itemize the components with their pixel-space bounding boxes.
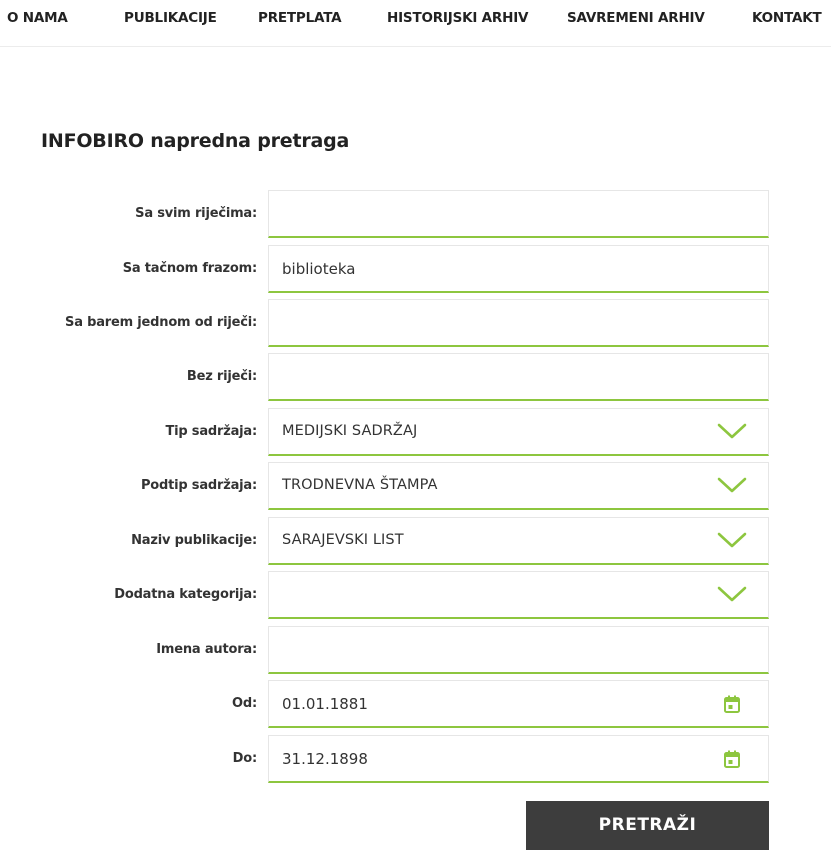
form-row-all-words: Sa svim riječima: [0,190,831,241]
nav-item-kontakt[interactable]: KONTAKT [752,10,822,26]
date-from-input[interactable]: 01.01.1881 [268,680,769,728]
chevron-down-icon[interactable] [716,585,748,603]
exact-phrase-input[interactable]: biblioteka [268,245,769,293]
nav-item-savremeni-arhiv[interactable]: SAVREMENI ARHIV [567,10,705,26]
nav-item-pretplata[interactable]: PRETPLATA [258,10,342,26]
any-word-input[interactable] [268,299,769,347]
calendar-icon[interactable] [724,695,740,713]
content-type-value: MEDIJSKI SADRŽAJ [282,423,418,439]
date-from-label: Od: [232,696,257,711]
publication-name-select[interactable]: SARAJEVSKI LIST [268,517,769,565]
content-subtype-value: TRODNEVNA ŠTAMPA [282,477,438,493]
calendar-icon[interactable] [724,750,740,768]
content-subtype-select[interactable]: TRODNEVNA ŠTAMPA [268,462,769,510]
date-from-value: 01.01.1881 [282,695,368,713]
date-to-input[interactable]: 31.12.1898 [268,735,769,783]
chevron-down-icon[interactable] [716,476,748,494]
exact-phrase-value: biblioteka [282,260,356,278]
author-names-label: Imena autora: [156,642,257,657]
chevron-down-icon[interactable] [716,422,748,440]
form-row-content-subtype: Podtip sadržaja: TRODNEVNA ŠTAMPA [0,462,831,513]
nav-item-o-nama[interactable]: O NAMA [7,10,68,26]
all-words-input[interactable] [268,190,769,238]
form-row-content-type: Tip sadržaja: MEDIJSKI SADRŽAJ [0,408,831,459]
form-row-publication-name: Naziv publikacije: SARAJEVSKI LIST [0,517,831,568]
author-names-input[interactable] [268,626,769,674]
nav-item-historijski-arhiv[interactable]: HISTORIJSKI ARHIV [387,10,528,26]
exact-phrase-label: Sa tačnom frazom: [122,261,257,276]
publication-name-label: Naziv publikacije: [131,533,257,548]
date-to-label: Do: [232,751,258,766]
date-to-value: 31.12.1898 [282,750,368,768]
top-navigation: O NAMA PUBLIKACIJE PRETPLATA HISTORIJSKI… [0,0,831,47]
form-row-date-to: Do: 31.12.1898 [0,735,831,786]
content-type-select[interactable]: MEDIJSKI SADRŽAJ [268,408,769,456]
form-row-exact-phrase: Sa tačnom frazom: biblioteka [0,245,831,296]
form-row-date-from: Od: 01.01.1881 [0,680,831,731]
without-words-label: Bez riječi: [186,369,257,384]
form-row-author-names: Imena autora: [0,626,831,677]
form-row-without-words: Bez riječi: [0,353,831,404]
page-title: INFOBIRO napredna pretraga [41,130,350,152]
publication-name-value: SARAJEVSKI LIST [282,532,404,548]
content-subtype-label: Podtip sadržaja: [140,478,257,493]
chevron-down-icon[interactable] [716,531,748,549]
any-word-label: Sa barem jednom od riječi: [65,315,257,330]
search-submit-button[interactable]: PRETRAŽI [526,801,769,850]
content-type-label: Tip sadržaja: [165,424,257,439]
extra-category-label: Dodatna kategorija: [114,587,257,602]
form-row-any-word: Sa barem jednom od riječi: [0,299,831,350]
extra-category-select[interactable] [268,571,769,619]
all-words-label: Sa svim riječima: [135,206,257,221]
without-words-input[interactable] [268,353,769,401]
nav-item-publikacije[interactable]: PUBLIKACIJE [124,10,217,26]
form-row-extra-category: Dodatna kategorija: [0,571,831,622]
